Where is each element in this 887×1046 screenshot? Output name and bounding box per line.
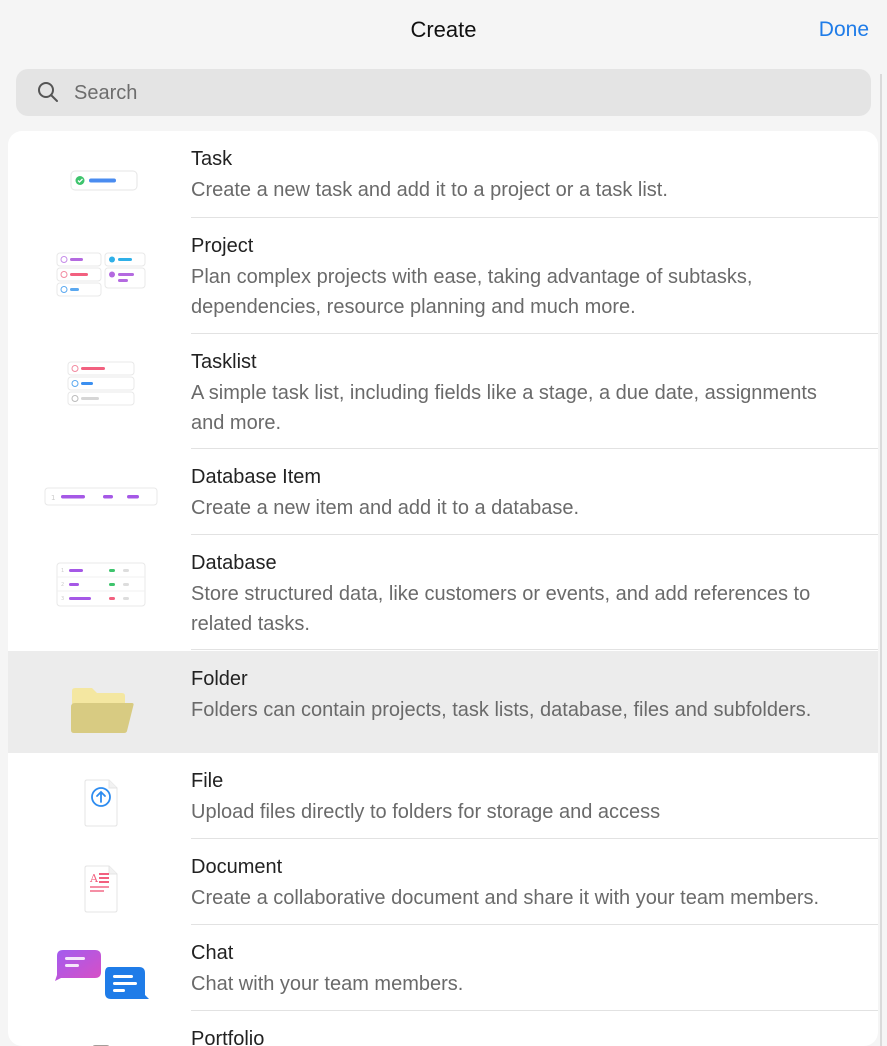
header: Create Done <box>0 0 887 62</box>
database-icon: 1 2 3 <box>38 535 163 635</box>
task-icon <box>38 131 163 231</box>
item-name: Database Item <box>191 466 322 488</box>
project-icon <box>38 218 163 334</box>
item-description: A simple task list, including fields lik… <box>191 382 817 434</box>
item-name: Document <box>191 856 283 878</box>
item-description: Create a collaborative document and shar… <box>191 887 820 909</box>
create-item-portfolio[interactable]: Portfolio <box>8 1011 878 1046</box>
item-description: Folders can contain projects, task lists… <box>191 699 812 721</box>
item-description: Create a new item and add it to a databa… <box>191 497 580 519</box>
create-item-tasklist[interactable]: Tasklist A simple task list, including f… <box>8 334 878 449</box>
database-item-icon: 1 <box>38 449 163 544</box>
item-name: Task <box>191 148 233 170</box>
create-item-chat[interactable]: Chat Chat with your team members. <box>8 925 878 1011</box>
svg-text:3: 3 <box>61 596 64 602</box>
item-name: Database <box>191 552 277 574</box>
divider <box>191 649 878 650</box>
create-item-folder[interactable]: Folder Folders can contain projects, tas… <box>8 651 878 753</box>
item-description: Upload files directly to folders for sto… <box>191 801 661 823</box>
portfolio-icon <box>38 1011 163 1046</box>
page-title: Create <box>410 17 477 42</box>
item-name: Project <box>191 235 254 257</box>
svg-text:A: A <box>89 872 99 885</box>
item-description: Store structured data, like customers or… <box>191 583 811 635</box>
svg-text:1: 1 <box>61 568 64 574</box>
create-item-file[interactable]: File Upload files directly to folders fo… <box>8 753 878 839</box>
chat-icon <box>38 925 163 1025</box>
create-item-document[interactable]: A Document Create a collaborative docume… <box>8 839 878 925</box>
folder-icon <box>38 651 163 769</box>
scrollbar[interactable] <box>880 74 882 1046</box>
file-upload-icon <box>38 753 163 853</box>
create-item-project[interactable]: Project Plan complex projects with ease,… <box>8 218 878 334</box>
item-name: Tasklist <box>191 351 257 373</box>
svg-text:2: 2 <box>61 582 64 588</box>
item-name: File <box>191 770 224 792</box>
item-description: Chat with your team members. <box>191 973 464 995</box>
create-item-task[interactable]: Task Create a new task and add it to a p… <box>8 131 878 218</box>
item-name: Portfolio <box>191 1028 265 1046</box>
create-options-list: Task Create a new task and add it to a p… <box>8 131 878 1046</box>
create-item-database[interactable]: 1 2 3 Database Store structured data, li… <box>8 535 878 650</box>
search-bar[interactable] <box>16 69 871 116</box>
document-icon: A <box>38 839 163 939</box>
item-description: Create a new task and add it to a projec… <box>191 179 668 201</box>
item-name: Chat <box>191 942 234 964</box>
svg-text:1: 1 <box>51 494 55 502</box>
tasklist-icon <box>38 334 163 434</box>
create-item-database-item[interactable]: 1 Database Item Create a new item and ad… <box>8 449 878 535</box>
search-icon <box>38 82 58 102</box>
search-input[interactable] <box>72 78 856 108</box>
done-button[interactable]: Done <box>819 18 869 42</box>
item-name: Folder <box>191 668 248 690</box>
item-description: Plan complex projects with ease, taking … <box>191 266 753 318</box>
